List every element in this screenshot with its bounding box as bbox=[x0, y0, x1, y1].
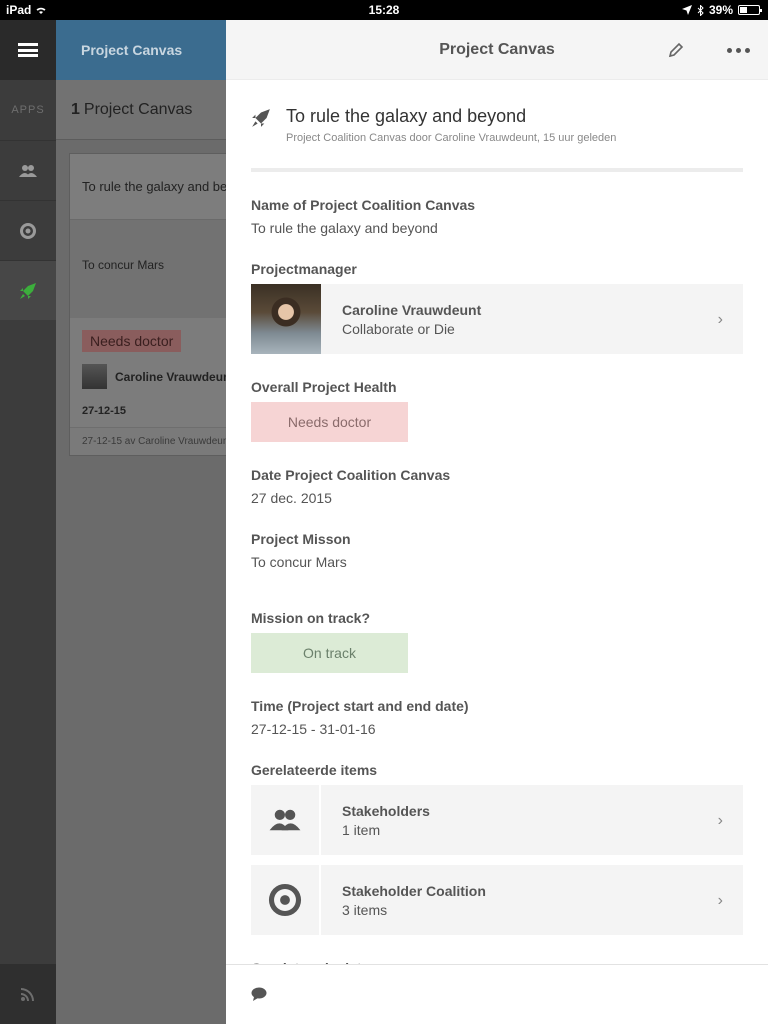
rocket-icon bbox=[252, 109, 270, 127]
rocket-icon bbox=[20, 282, 36, 299]
projectmanager-card[interactable]: Caroline Vrauwdeunt Collaborate or Die › bbox=[251, 284, 743, 354]
track-label: Mission on track? bbox=[251, 610, 371, 626]
rail-item-stakeholders[interactable] bbox=[0, 140, 56, 200]
location-arrow-icon bbox=[681, 5, 692, 15]
mission-value: To concur Mars bbox=[251, 554, 347, 570]
rail-item-project-canvas[interactable] bbox=[0, 260, 56, 320]
users-icon bbox=[269, 809, 301, 831]
date-value: 27 dec. 2015 bbox=[251, 490, 332, 506]
hero-subtitle: Project Coalition Canvas door Caroline V… bbox=[286, 132, 617, 144]
card-mission: To concur Mars bbox=[70, 220, 226, 318]
detail-top-title: Project Canvas bbox=[439, 41, 555, 58]
mission-label: Project Misson bbox=[251, 531, 351, 547]
comment-icon[interactable] bbox=[251, 987, 267, 1001]
battery-percent: 39% bbox=[708, 3, 733, 17]
users-icon bbox=[19, 164, 37, 177]
target-icon bbox=[268, 883, 302, 917]
time-label: Time (Project start and end date) bbox=[251, 698, 469, 714]
project-card[interactable]: To rule the galaxy and beyond To concur … bbox=[69, 153, 226, 456]
list-count: 1 Project Canvas bbox=[56, 80, 226, 140]
related-text: Stakeholders 1 item bbox=[342, 803, 430, 838]
pm-text: Caroline Vrauwdeunt Collaborate or Die bbox=[342, 302, 481, 337]
card-person-name: Caroline Vrauwdeunt bbox=[115, 369, 226, 384]
related-item-stakeholder-coalition[interactable]: Stakeholder Coalition 3 items › bbox=[251, 865, 743, 935]
pm-label: Projectmanager bbox=[251, 261, 357, 277]
chevron-right-icon: › bbox=[717, 812, 723, 829]
track-status-badge: On track bbox=[251, 633, 408, 673]
list-panel: Project Canvas 1 Project Canvas To rule … bbox=[56, 20, 226, 1024]
hero-title: To rule the galaxy and beyond bbox=[286, 106, 527, 126]
name-value: To rule the galaxy and beyond bbox=[251, 220, 438, 236]
hamburger-icon bbox=[18, 43, 38, 57]
target-icon bbox=[20, 222, 36, 239]
avatar bbox=[251, 284, 321, 354]
detail-footer bbox=[226, 964, 768, 1024]
related-name: Stakeholder Coalition bbox=[342, 882, 486, 899]
health-label: Overall Project Health bbox=[251, 379, 397, 395]
status-bar: iPad 15:28 39% bbox=[0, 0, 768, 20]
card-details: Needs doctor Caroline Vrauwdeunt 27-12-1… bbox=[70, 318, 226, 427]
battery-icon bbox=[738, 5, 762, 15]
date-label: Date Project Coalition Canvas bbox=[251, 467, 451, 483]
chevron-right-icon: › bbox=[717, 311, 723, 328]
detail-panel: Project Canvas To rule the galaxy and be… bbox=[226, 20, 768, 1024]
rss-icon bbox=[21, 988, 34, 1001]
card-person: Caroline Vrauwdeunt bbox=[82, 364, 226, 389]
name-label: Name of Project Coalition Canvas bbox=[251, 197, 476, 213]
related-meta: 1 item bbox=[342, 821, 381, 838]
menu-button[interactable] bbox=[0, 20, 56, 80]
battery-fill bbox=[740, 7, 748, 13]
time-value: 27-12-15 - 31-01-16 bbox=[251, 721, 376, 737]
count-label: Project Canvas bbox=[83, 100, 193, 118]
detail-toolbar: Project Canvas bbox=[226, 20, 768, 80]
related-name: Stakeholders bbox=[342, 802, 430, 819]
pm-name: Caroline Vrauwdeunt bbox=[342, 301, 482, 318]
related-text: Stakeholder Coalition 3 items bbox=[342, 883, 486, 918]
status-right: 39% bbox=[681, 3, 762, 17]
related-icon-box bbox=[251, 865, 321, 935]
detail-hero: To rule the galaxy and beyond Project Co… bbox=[251, 80, 743, 172]
health-status-badge: Needs doctor bbox=[251, 402, 408, 442]
more-options-icon[interactable] bbox=[727, 48, 750, 53]
avatar bbox=[82, 364, 107, 389]
left-rail: APPS bbox=[0, 20, 56, 1024]
rail-item-coalition[interactable] bbox=[0, 200, 56, 260]
card-title: To rule the galaxy and beyond bbox=[70, 154, 226, 220]
list-header-title[interactable]: Project Canvas bbox=[56, 20, 226, 80]
apps-label[interactable]: APPS bbox=[0, 80, 56, 140]
related-icon-box bbox=[251, 785, 321, 855]
card-date: 27-12-15 bbox=[82, 405, 127, 417]
chevron-right-icon: › bbox=[717, 892, 723, 909]
related-label: Gerelateerde items bbox=[251, 762, 378, 778]
bluetooth-icon bbox=[697, 4, 704, 16]
card-health-badge: Needs doctor bbox=[82, 330, 182, 352]
count-number: 1 bbox=[71, 100, 80, 118]
related-meta: 3 items bbox=[342, 901, 388, 918]
card-footer: 27-12-15 av Caroline Vrauwdeunt bbox=[70, 427, 226, 455]
detail-body: To rule the galaxy and beyond Project Co… bbox=[226, 80, 768, 935]
rss-button[interactable] bbox=[0, 964, 56, 1024]
pm-tagline: Collaborate or Die bbox=[342, 320, 455, 337]
pencil-icon[interactable] bbox=[666, 40, 686, 60]
related-item-stakeholders[interactable]: Stakeholders 1 item › bbox=[251, 785, 743, 855]
clock: 15:28 bbox=[368, 3, 400, 17]
